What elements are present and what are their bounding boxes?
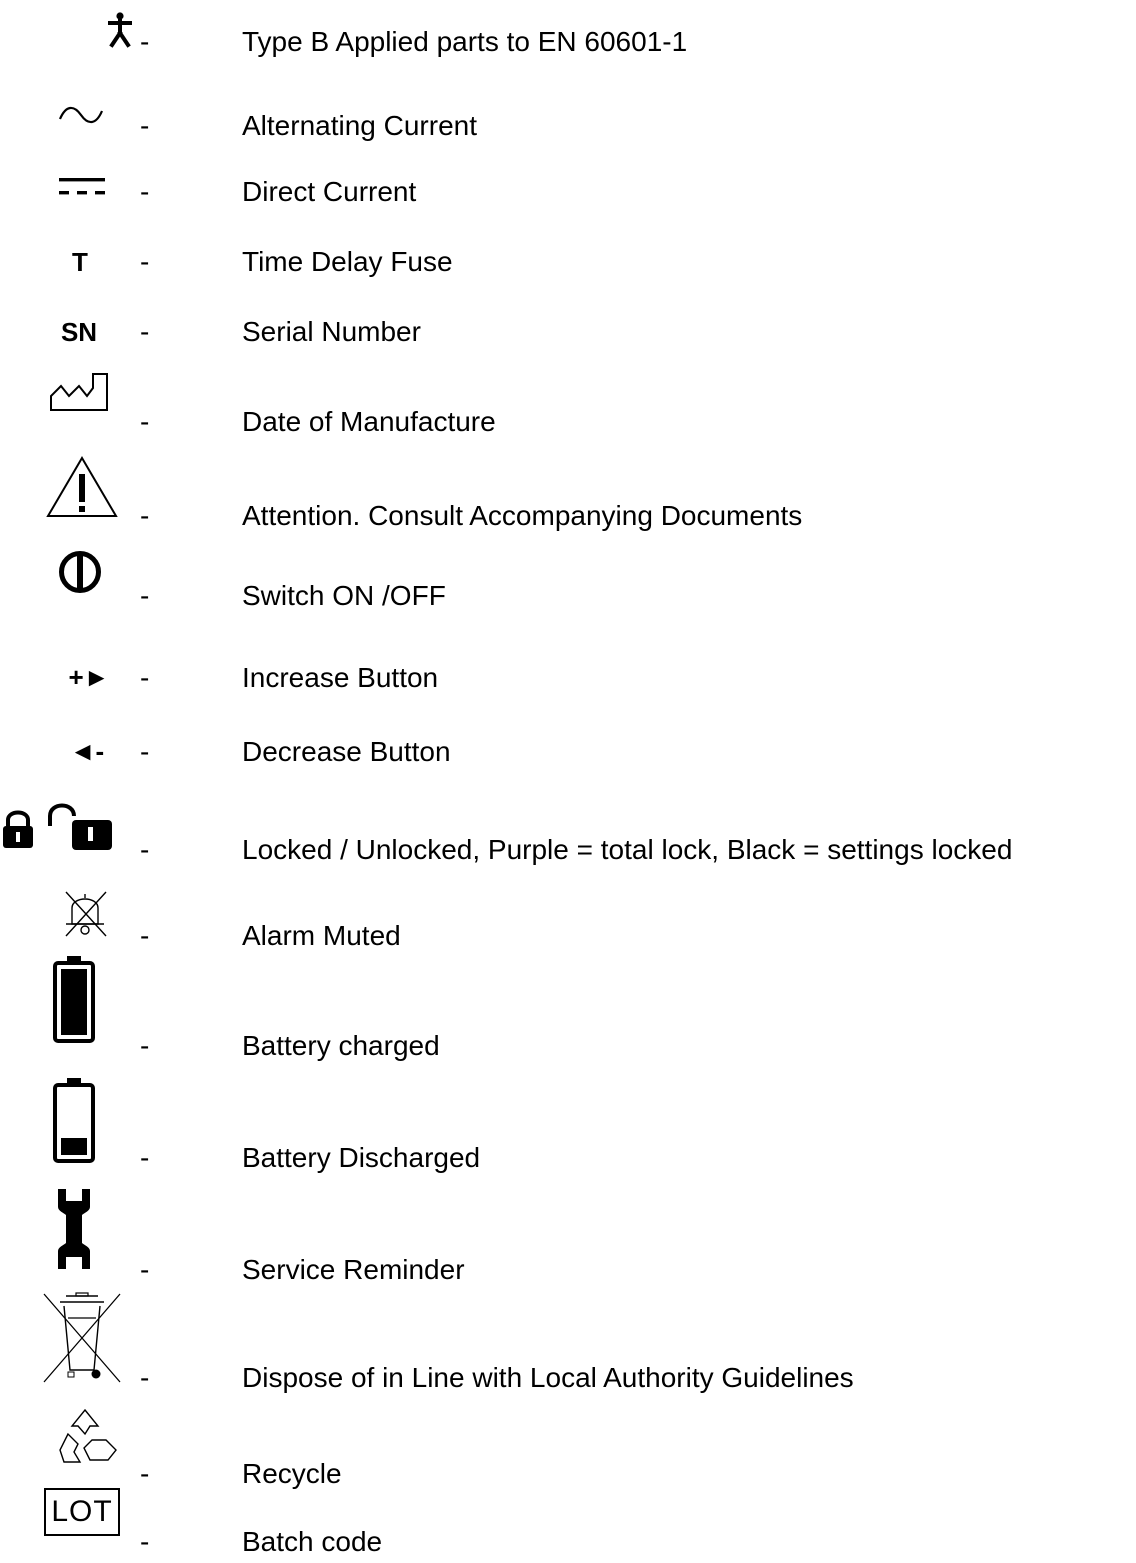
- symbol-dash: -: [140, 1458, 150, 1489]
- symbol-description: Serial Number: [242, 316, 421, 347]
- symbol-dash: -: [140, 246, 150, 277]
- alternating-current-icon: [56, 104, 106, 126]
- direct-current-icon: [58, 176, 106, 198]
- symbol-dash: -: [140, 110, 150, 141]
- symbol-text: LOT: [51, 1495, 113, 1528]
- symbol-description: Decrease Button: [242, 736, 451, 767]
- lot-batch-code-icon: LOT: [44, 1488, 120, 1536]
- symbol-description: Time Delay Fuse: [242, 246, 453, 277]
- symbol-description: Type B Applied parts to EN 60601-1: [242, 26, 688, 57]
- symbol-dash: -: [140, 1526, 150, 1557]
- symbol-dash: -: [140, 920, 150, 951]
- symbol-description: Recycle: [242, 1458, 342, 1489]
- symbol-description: Switch ON /OFF: [242, 580, 446, 611]
- symbol-description: Alarm Muted: [242, 920, 401, 951]
- symbol-description: Battery charged: [242, 1030, 440, 1061]
- type-b-applied-part-icon: [100, 8, 140, 50]
- symbol-dash: -: [140, 500, 150, 531]
- symbol-dash: -: [140, 176, 150, 207]
- warning-triangle-icon: [46, 456, 118, 518]
- symbol-description: Service Reminder: [242, 1254, 465, 1285]
- recycle-icon: [50, 1406, 120, 1468]
- serial-number-icon: SN: [44, 316, 114, 348]
- lock-unlock-icon: [0, 800, 120, 852]
- symbol-dash: -: [140, 662, 150, 693]
- increase-button-icon: +►: [52, 660, 126, 694]
- service-reminder-icon: [54, 1188, 94, 1270]
- symbol-description: Direct Current: [242, 176, 417, 207]
- symbol-dash: -: [140, 1142, 150, 1173]
- symbol-dash: -: [140, 26, 150, 57]
- symbol-description: Alternating Current: [242, 110, 478, 141]
- symbol-text: ◄-: [69, 736, 105, 766]
- symbol-dash: -: [140, 834, 150, 865]
- power-switch-icon: [56, 548, 104, 596]
- symbol-description: Attention. Consult Accompanying Document…: [242, 500, 803, 531]
- symbol-text: T: [72, 247, 88, 277]
- decrease-button-icon: ◄-: [54, 734, 120, 768]
- symbol-dash: -: [140, 406, 150, 437]
- symbol-description: Battery Discharged: [242, 1142, 481, 1173]
- symbol-dash: -: [140, 736, 150, 767]
- weee-disposal-icon: [42, 1292, 122, 1384]
- symbol-description: Dispose of in Line with Local Authority …: [242, 1362, 854, 1393]
- alarm-muted-icon: [52, 888, 118, 938]
- symbol-description: Date of Manufacture: [242, 406, 496, 437]
- symbol-description: Batch code: [242, 1526, 383, 1557]
- symbol-dash: -: [140, 1254, 150, 1285]
- symbol-text: SN: [60, 317, 98, 347]
- symbol-dash: -: [140, 316, 150, 347]
- symbol-dash: -: [140, 1362, 150, 1393]
- symbol-description: Locked / Unlocked, Purple = total lock, …: [242, 834, 1013, 865]
- battery-discharged-icon: [52, 1078, 96, 1164]
- symbol-dash: -: [140, 580, 150, 611]
- time-delay-fuse-icon: T: [60, 246, 100, 278]
- symbol-dash: -: [140, 1030, 150, 1061]
- symbol-text: +►: [68, 662, 110, 692]
- battery-charged-icon: [52, 956, 96, 1044]
- date-of-manufacture-icon: [48, 372, 110, 412]
- symbol-description: Increase Button: [242, 662, 439, 693]
